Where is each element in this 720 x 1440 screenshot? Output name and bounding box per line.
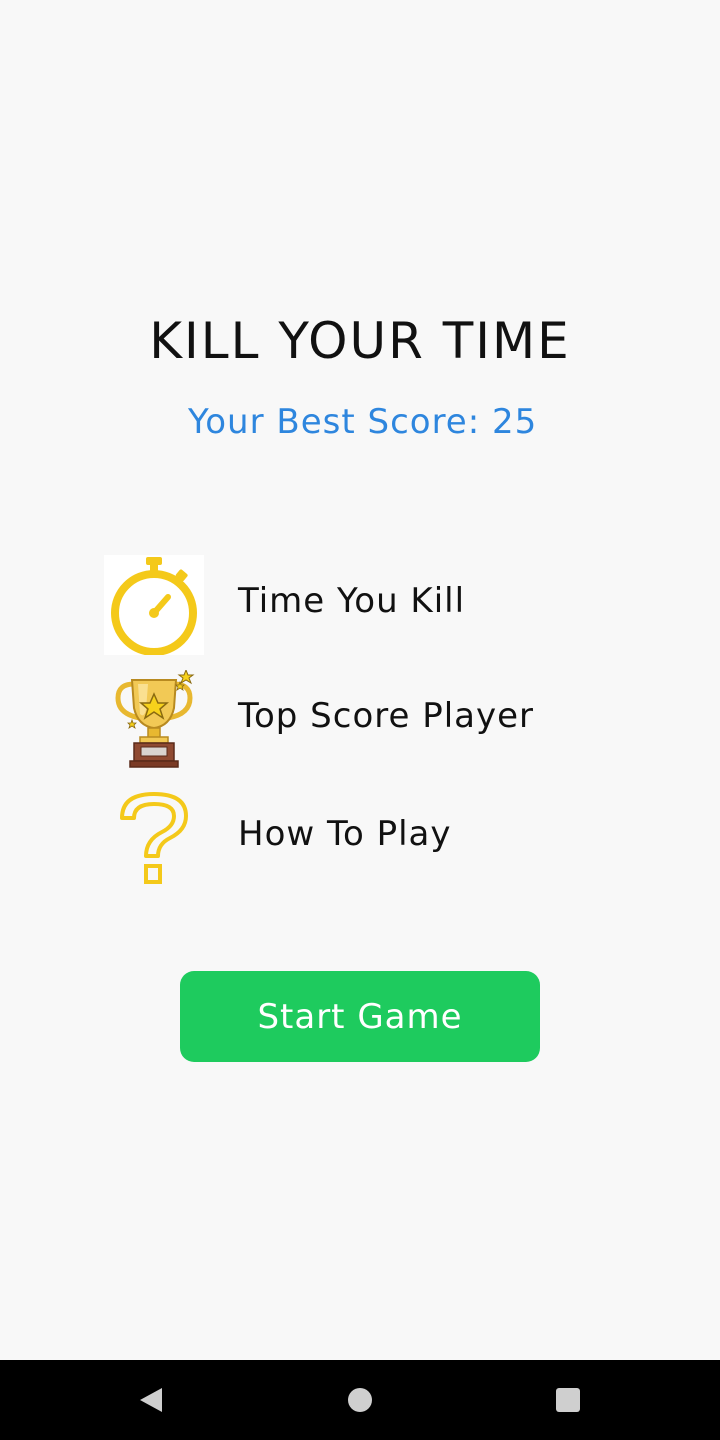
- best-score-label: Your Best Score: 25: [188, 402, 538, 442]
- menu-item-time-you-kill[interactable]: Time You Kill: [104, 555, 624, 655]
- back-icon[interactable]: [130, 1380, 170, 1420]
- menu-item-label: Top Score Player: [238, 696, 535, 736]
- system-nav-bar: [0, 1360, 720, 1440]
- menu-item-label: How To Play: [238, 814, 452, 854]
- stopwatch-icon: [104, 555, 204, 655]
- home-icon[interactable]: [340, 1380, 380, 1420]
- trophy-icon: [115, 670, 195, 768]
- menu-item-label: Time You Kill: [238, 581, 466, 621]
- menu-item-top-score-player[interactable]: Top Score Player: [104, 670, 624, 770]
- app-title: KILL YOUR TIME: [149, 312, 571, 370]
- question-mark-icon: [120, 792, 188, 884]
- menu-item-how-to-play[interactable]: How To Play: [104, 788, 624, 888]
- recent-apps-icon[interactable]: [548, 1380, 588, 1420]
- start-game-button[interactable]: Start Game: [180, 971, 540, 1062]
